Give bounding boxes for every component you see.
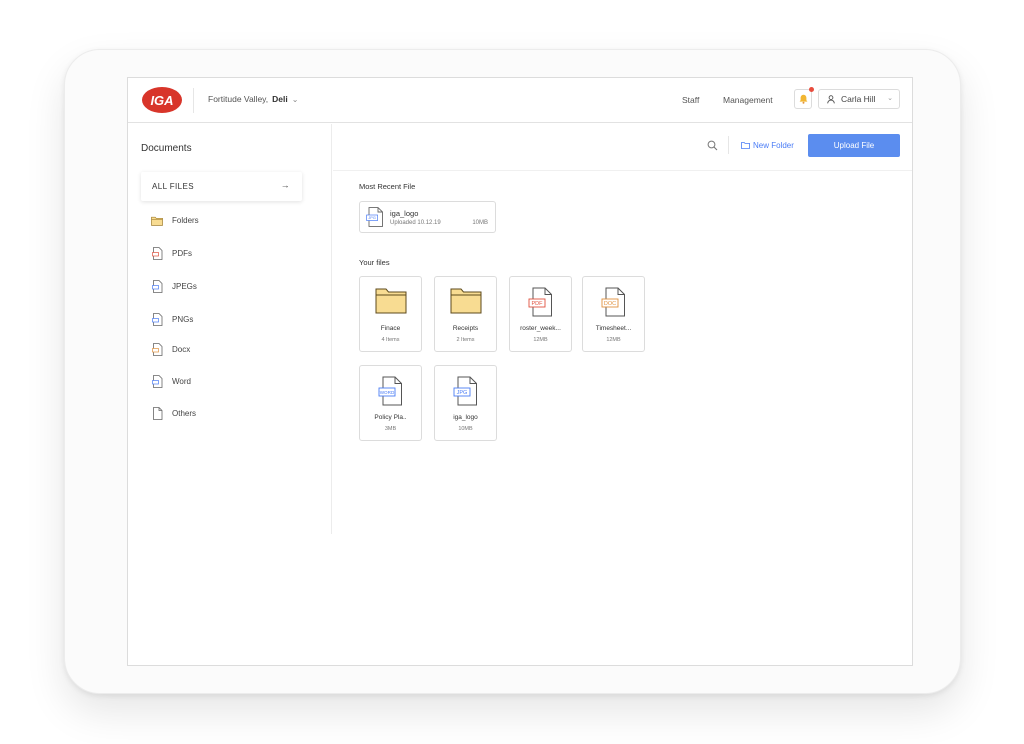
file-card-doc[interactable]: DOC Timesheet... 12MB	[582, 276, 645, 352]
sidebar-item-label: Word	[172, 377, 191, 386]
arrow-right-icon: →	[280, 180, 290, 190]
word-file-icon	[151, 375, 163, 388]
pdf-file-icon: PDF	[528, 287, 552, 317]
docx-file-icon	[151, 343, 163, 356]
file-card-jpg[interactable]: JPG iga_logo 10MB	[434, 365, 497, 441]
iga-logo: IGA	[142, 87, 182, 113]
top-bar: IGA Fortitude Valley, Deli ⌄ Staff Manag…	[128, 78, 912, 123]
nav-management[interactable]: Management	[723, 95, 773, 105]
header-divider	[193, 88, 194, 113]
svg-text:IGA: IGA	[150, 93, 173, 108]
sidebar-item-pngs[interactable]: PNGs	[151, 313, 193, 326]
store-name: Deli	[272, 94, 288, 104]
toolbar-divider	[728, 136, 729, 154]
file-name: roster_week...	[520, 325, 561, 332]
svg-text:WORD: WORD	[379, 390, 394, 395]
chevron-down-icon: ⌄	[291, 94, 299, 104]
file-meta: 12MB	[606, 337, 621, 343]
file-meta: 12MB	[533, 337, 548, 343]
new-folder-label: New Folder	[753, 141, 794, 150]
sidebar-item-word[interactable]: Word	[151, 375, 191, 388]
sidebar-item-label: Others	[172, 409, 197, 418]
store-selector[interactable]: Fortitude Valley, Deli ⌄	[208, 94, 298, 104]
jpg-file-icon: JPG	[366, 207, 383, 227]
pdf-file-icon	[151, 247, 163, 260]
store-prefix: Fortitude Valley,	[208, 94, 269, 104]
sidebar-item-others[interactable]: Others	[151, 407, 196, 420]
svg-text:JPG: JPG	[368, 216, 375, 220]
user-icon	[827, 94, 835, 103]
upload-file-button[interactable]: Upload File	[808, 134, 900, 157]
user-name: Carla Hill	[841, 94, 876, 104]
folder-icon	[151, 214, 163, 227]
file-name: Timesheet...	[595, 325, 632, 332]
recent-file-date: Uploaded 10.12.19	[390, 220, 441, 226]
file-card-folder[interactable]: Receipts 2 Items	[434, 276, 497, 352]
svg-text:DOC: DOC	[603, 301, 615, 307]
sidebar-item-label: Docx	[172, 345, 191, 354]
folder-icon	[741, 142, 750, 149]
notification-dot	[809, 87, 814, 92]
file-meta: 2 Items	[456, 337, 475, 343]
sidebar-item-pdfs[interactable]: PDFs	[151, 247, 192, 260]
file-meta: 4 Items	[381, 337, 400, 343]
sidebar: Documents ALL FILES → Folders PDFs JPEGs	[128, 124, 332, 534]
svg-text:JPG: JPG	[456, 390, 467, 396]
file-card-word[interactable]: WORD Policy Pla.. 3MB	[359, 365, 422, 441]
file-name: Receipts	[452, 325, 479, 332]
files-section-label: Your files	[359, 258, 390, 267]
doc-file-icon: DOC	[601, 287, 625, 317]
blank-file-icon	[151, 407, 163, 420]
new-folder-button[interactable]: New Folder	[741, 141, 794, 150]
file-meta: 3MB	[384, 426, 397, 432]
folder-icon	[450, 288, 481, 314]
file-card-pdf[interactable]: PDF roster_week... 12MB	[509, 276, 572, 352]
recent-file-size: 10MB	[472, 220, 488, 226]
user-menu[interactable]: Carla Hill ⌄	[818, 89, 900, 109]
jpg-file-icon: JPG	[453, 376, 477, 406]
sidebar-item-all-files[interactable]: ALL FILES →	[141, 172, 302, 201]
bell-icon	[799, 94, 807, 104]
file-name: Policy Pla..	[374, 414, 407, 421]
all-files-label: ALL FILES	[152, 182, 194, 191]
word-file-icon: WORD	[378, 376, 402, 406]
chevron-down-icon: ⌄	[887, 95, 893, 102]
jpeg-file-icon	[151, 280, 163, 293]
sidebar-item-label: JPEGs	[172, 282, 197, 291]
png-file-icon	[151, 313, 163, 326]
search-icon[interactable]	[707, 140, 718, 151]
sidebar-item-docx[interactable]: Docx	[151, 343, 190, 356]
folder-icon	[375, 288, 406, 314]
sidebar-item-label: PNGs	[172, 315, 194, 324]
sidebar-item-label: Folders	[172, 216, 199, 225]
file-name: iga_logo	[453, 414, 478, 421]
nav-staff[interactable]: Staff	[682, 95, 699, 105]
notifications-button[interactable]	[794, 87, 814, 109]
file-name: Finace	[380, 325, 401, 332]
toolbar-divider-line	[333, 170, 912, 171]
file-card-folder[interactable]: Finace 4 Items	[359, 276, 422, 352]
recent-file-name: iga_logo	[390, 209, 419, 218]
recent-file-card[interactable]: JPG iga_logo Uploaded 10.12.19 10MB	[359, 201, 496, 233]
svg-text:PDF: PDF	[531, 301, 543, 307]
sidebar-item-label: PDFs	[172, 249, 192, 258]
sidebar-item-jpegs[interactable]: JPEGs	[151, 280, 197, 293]
sidebar-title: Documents	[141, 143, 192, 154]
file-meta: 10MB	[458, 426, 473, 432]
recent-section-label: Most Recent File	[359, 182, 416, 191]
sidebar-item-folders[interactable]: Folders	[151, 214, 199, 227]
app-screen: IGA Fortitude Valley, Deli ⌄ Staff Manag…	[127, 77, 913, 666]
